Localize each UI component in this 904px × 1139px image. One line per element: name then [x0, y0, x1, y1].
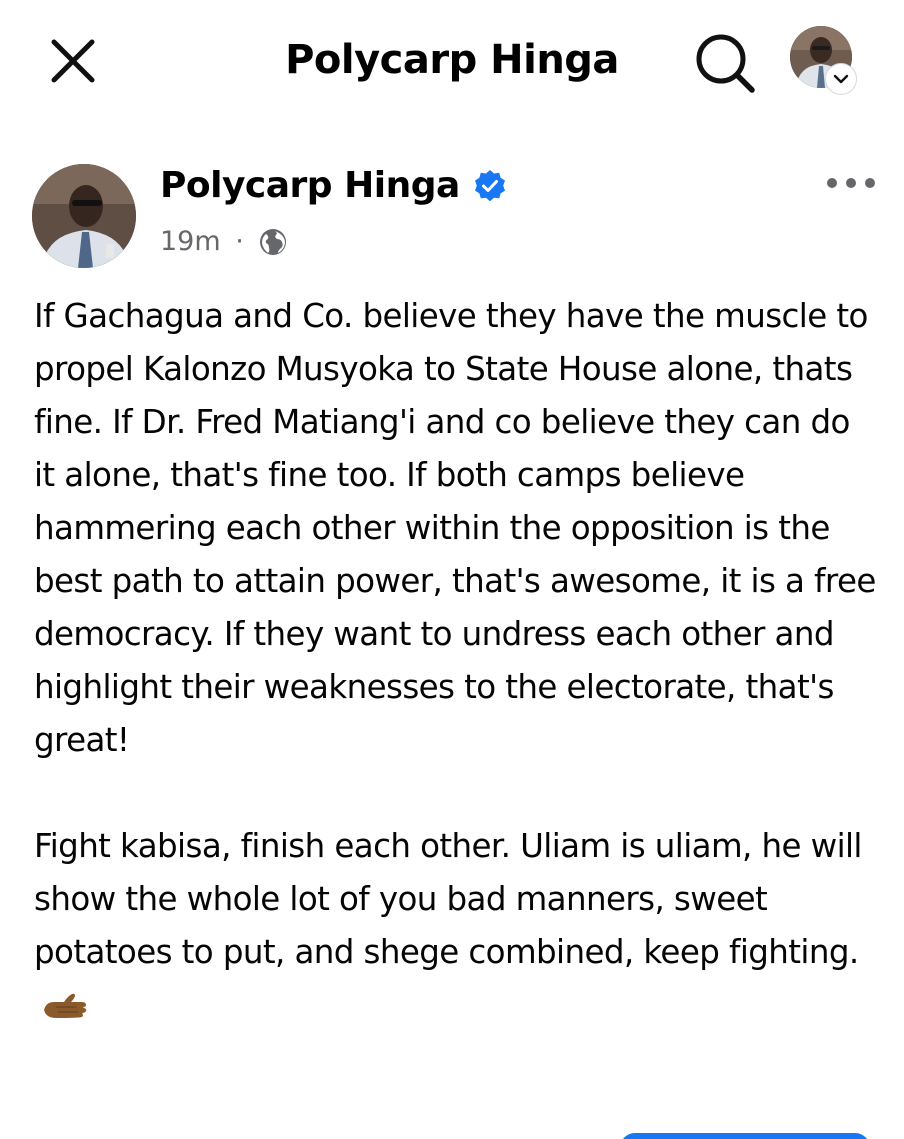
- more-horizontal-icon: [827, 178, 875, 188]
- bottom-action-button[interactable]: [620, 1133, 870, 1139]
- author-name[interactable]: Polycarp Hinga: [160, 162, 460, 210]
- dropdown-badge: [826, 64, 856, 94]
- post-text: If Gachagua and Co. believe they have th…: [34, 290, 880, 1032]
- post-timestamp[interactable]: 19m: [160, 223, 221, 261]
- globe-icon[interactable]: [258, 227, 288, 257]
- post-paragraph-text: Fight kabisa, finish each other. Uliam i…: [34, 827, 862, 971]
- chevron-down-icon: [833, 74, 849, 84]
- verified-badge-icon: [474, 170, 505, 202]
- search-icon: [696, 34, 755, 93]
- post-paragraph: If Gachagua and Co. believe they have th…: [34, 297, 876, 759]
- post-paragraph-last: Fight kabisa, finish each other. Uliam i…: [34, 820, 880, 1032]
- more-options-button[interactable]: [822, 168, 882, 198]
- author-row: Polycarp Hinga: [160, 162, 507, 212]
- search-button[interactable]: [688, 26, 760, 98]
- author-avatar[interactable]: [32, 164, 136, 268]
- close-icon: [51, 39, 95, 83]
- post-meta: 19m ·: [160, 222, 288, 260]
- facebook-post-page: Polycarp Hinga Polycarp Hinga 19m · If G…: [0, 0, 904, 1139]
- profile-menu-button[interactable]: [786, 24, 856, 94]
- page-title: Polycarp Hinga: [285, 37, 619, 83]
- meta-separator: ·: [235, 225, 244, 257]
- palm-up-hand-emoji: [44, 993, 87, 1018]
- close-button[interactable]: [42, 30, 104, 92]
- top-bar: Polycarp Hinga: [0, 0, 904, 120]
